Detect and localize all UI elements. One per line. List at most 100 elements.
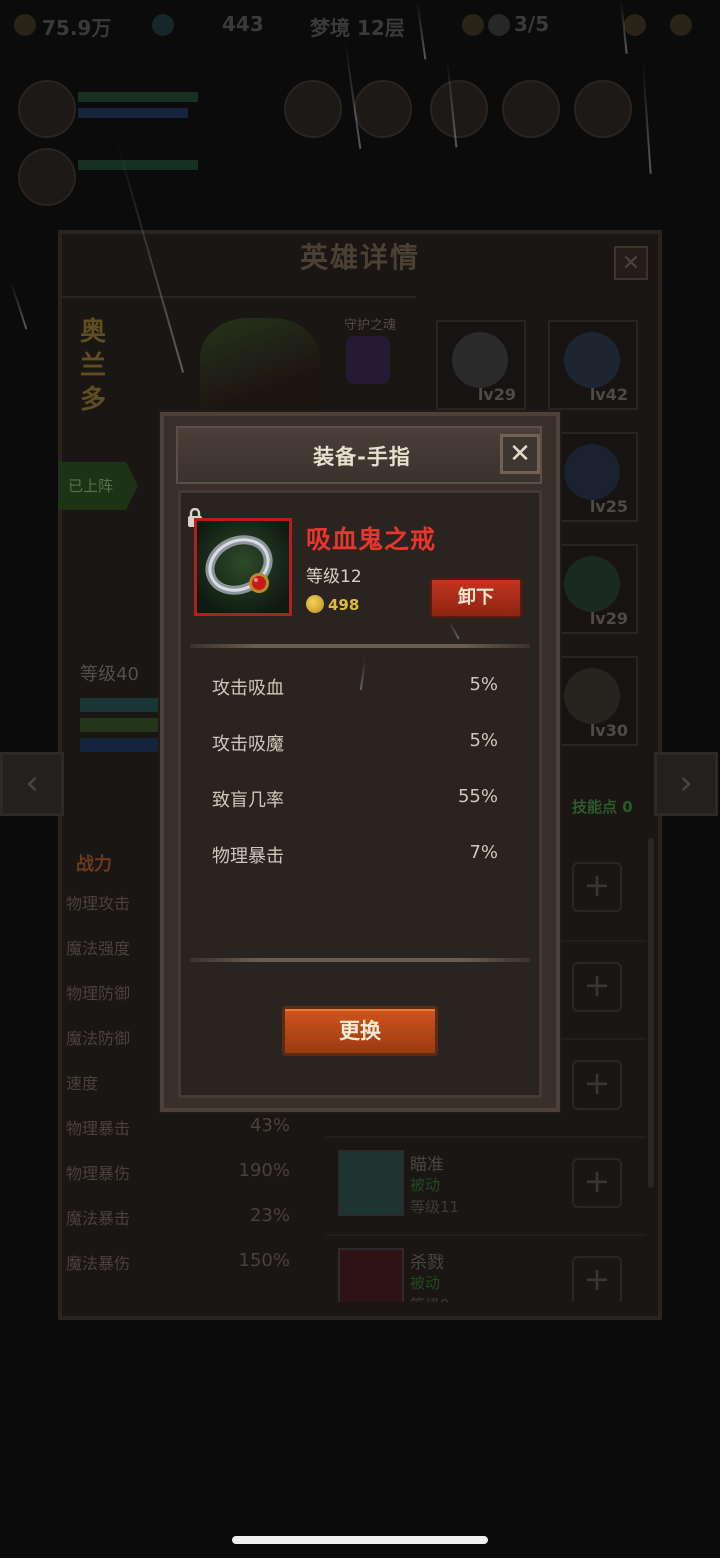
- attribute-row: 物理暴击 7%: [212, 842, 502, 872]
- armor-icon: [564, 668, 620, 724]
- divider-top: [190, 644, 530, 648]
- hero-attribute-bars: [80, 698, 160, 764]
- equipment-slot-bracer[interactable]: lv29: [548, 544, 638, 634]
- hero-bar-3: [78, 160, 198, 170]
- equipment-level: lv30: [589, 721, 628, 740]
- top-resource-bar: 75.9万 443 梦境 12层 3/5: [0, 0, 720, 50]
- item-level: 等级12: [306, 567, 362, 587]
- modal-title: 装备-手指: [313, 445, 411, 469]
- replace-button[interactable]: 更换: [282, 1006, 438, 1056]
- key-icon: [462, 14, 484, 36]
- stat-label: 物理防御: [66, 984, 131, 1003]
- stat-label: 魔法强度: [66, 939, 131, 958]
- dream-level: 梦境 12层: [310, 16, 405, 40]
- skill-level: 等级9: [410, 1294, 450, 1302]
- attribute-value: 5%: [469, 674, 498, 695]
- stats-title: 战力: [76, 854, 112, 875]
- rain-streak: [642, 63, 652, 174]
- hero-avatar-1[interactable]: [18, 80, 76, 138]
- bracer-icon: [564, 556, 620, 612]
- settings-icon[interactable]: [624, 14, 646, 36]
- gear-icon[interactable]: [670, 14, 692, 36]
- skull-icon: [488, 14, 510, 36]
- aim-skill-icon: [338, 1150, 404, 1216]
- hero-panel-divider: [60, 296, 416, 298]
- hero-avatar-2[interactable]: [18, 148, 76, 206]
- skill-upgrade-button[interactable]: +: [572, 1256, 622, 1302]
- modal-close-button[interactable]: ✕: [500, 434, 540, 474]
- hero-portrait: [200, 318, 320, 418]
- skill-type: 被动: [410, 1176, 441, 1194]
- hero-bar-2: [78, 108, 188, 118]
- skill-upgrade-button[interactable]: +: [572, 962, 622, 1012]
- item-price: 498: [328, 596, 360, 614]
- divider-bottom: [190, 958, 530, 962]
- hero-detail-close-button[interactable]: ✕: [614, 246, 648, 280]
- item-name: 吸血鬼之戒: [306, 525, 437, 554]
- skill-type: 被动: [410, 1274, 441, 1292]
- attribute-value: 55%: [457, 786, 498, 807]
- equipment-level: lv25: [589, 497, 628, 516]
- attribute-row: 攻击吸血 5%: [212, 674, 502, 704]
- stat-value: 150%: [238, 1250, 290, 1271]
- counter: 3/5: [514, 12, 550, 36]
- equipment-slot-boots[interactable]: lv25: [548, 432, 638, 522]
- equipment-slot-necklace[interactable]: lv42: [548, 320, 638, 410]
- top-slot-1[interactable]: [284, 80, 342, 138]
- attribute-row: 攻击吸魔 5%: [212, 730, 502, 760]
- stat-row: 魔法暴伤 150%: [66, 1250, 304, 1295]
- hero-bar-1: [78, 92, 198, 102]
- next-hero-button[interactable]: ›: [654, 752, 718, 816]
- helmet-icon: [452, 332, 508, 388]
- stat-label: 魔法暴伤: [66, 1254, 131, 1273]
- attribute-label: 致盲几率: [212, 790, 284, 811]
- skill-row-aim: 瞄准 被动 等级11 +: [326, 1136, 646, 1230]
- equipment-level: lv42: [589, 385, 628, 404]
- attribute-label: 物理暴击: [212, 846, 284, 867]
- guardian-soul-label: 守护之魂: [344, 318, 397, 333]
- skill-name: 杀戮: [410, 1253, 444, 1273]
- skill-row-slaughter: 杀戮 被动 等级9 +: [326, 1234, 646, 1302]
- skill-upgrade-button[interactable]: +: [572, 1158, 622, 1208]
- equipment-level: lv29: [589, 609, 628, 628]
- home-indicator[interactable]: [232, 1536, 488, 1544]
- stat-value: 23%: [249, 1205, 290, 1226]
- attribute-row: 致盲几率 55%: [212, 786, 502, 816]
- gold-icon: [14, 14, 36, 36]
- top-slot-4[interactable]: [502, 80, 560, 138]
- unequip-button[interactable]: 卸下: [430, 578, 522, 618]
- equipment-level: lv29: [477, 385, 516, 404]
- hero-level: 等级40: [80, 664, 139, 685]
- skill-points: 技能点 0: [572, 798, 633, 816]
- gold-amount: 75.9万: [42, 16, 112, 40]
- skill-upgrade-button[interactable]: +: [572, 862, 622, 912]
- equipment-slot-armor[interactable]: lv30: [548, 656, 638, 746]
- stat-label: 物理暴击: [66, 1119, 131, 1138]
- skill-upgrade-button[interactable]: +: [572, 1060, 622, 1110]
- stat-label: 物理攻击: [66, 894, 131, 913]
- skill-scrollbar[interactable]: [648, 838, 654, 1188]
- skill-name: 瞄准: [410, 1155, 444, 1175]
- stat-row: 物理暴击 43%: [66, 1115, 304, 1160]
- guardian-soul-icon[interactable]: [346, 336, 390, 384]
- prev-hero-button[interactable]: ‹: [0, 752, 64, 816]
- attribute-value: 7%: [469, 842, 498, 863]
- top-slot-2[interactable]: [354, 80, 412, 138]
- stat-row: 物理暴伤 190%: [66, 1160, 304, 1205]
- skill-level: 等级11: [410, 1198, 460, 1216]
- vampire-ring-icon: [197, 521, 289, 613]
- equipment-slot-helmet[interactable]: lv29: [436, 320, 526, 410]
- deployed-tag: 已上阵: [58, 462, 138, 510]
- top-slot-3[interactable]: [430, 80, 488, 138]
- necklace-icon: [564, 332, 620, 388]
- gem-amount: 443: [222, 12, 264, 36]
- stat-label: 物理暴伤: [66, 1164, 131, 1183]
- slaughter-skill-icon: [338, 1248, 404, 1302]
- stat-label: 魔法防御: [66, 1029, 131, 1048]
- top-slot-5[interactable]: [574, 80, 632, 138]
- stat-label: 魔法暴击: [66, 1209, 131, 1228]
- attribute-label: 攻击吸血: [212, 678, 284, 699]
- item-icon-frame[interactable]: [194, 518, 292, 616]
- boots-icon: [564, 444, 620, 500]
- gem-icon: [152, 14, 174, 36]
